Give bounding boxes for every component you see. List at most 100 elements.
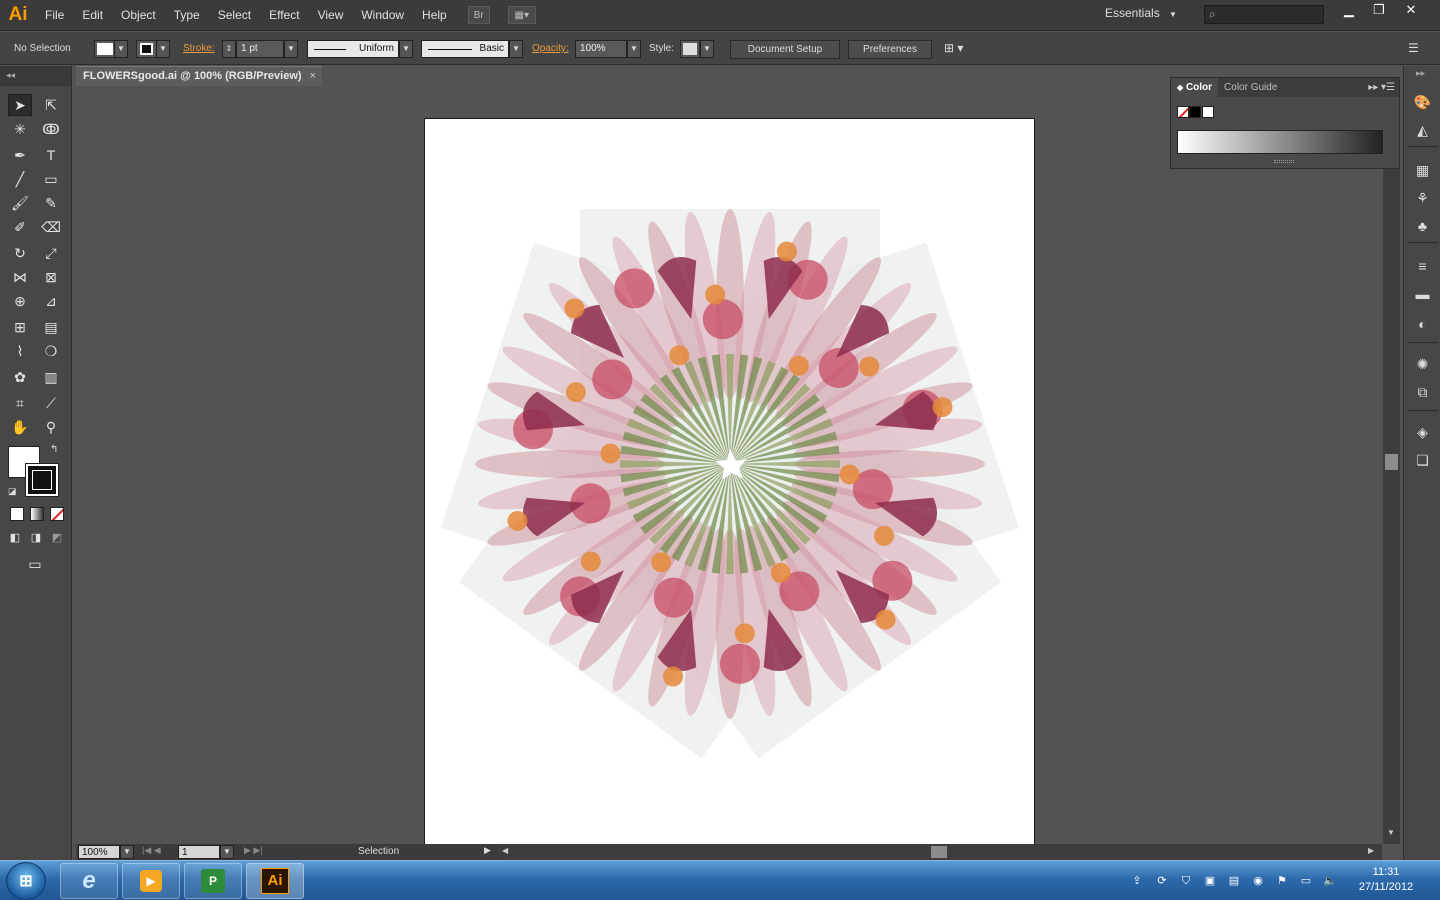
panel-expand-icon[interactable]: ▸▸ ▾☰ xyxy=(1368,82,1399,93)
default-fill-stroke-icon[interactable]: ◪ xyxy=(8,486,17,497)
close-window-button[interactable]: ✕ xyxy=(1396,0,1426,20)
dock-expand-icon[interactable]: ▸▸ xyxy=(1416,68,1425,79)
scroll-down-icon[interactable]: ▼ xyxy=(1387,828,1395,837)
black-swatch[interactable] xyxy=(1189,106,1201,118)
next-artboard-icon[interactable]: ▶ ▶| xyxy=(244,845,263,856)
zoom-level-field[interactable]: 100% xyxy=(78,845,120,859)
tray-sync-icon[interactable]: ⟳ xyxy=(1155,874,1169,888)
pen-tool-icon[interactable]: ✒ xyxy=(8,144,32,166)
stroke-weight-field[interactable]: 1 pt xyxy=(236,40,284,58)
artboard-number-field[interactable]: 1 xyxy=(178,845,220,859)
shape-builder-tool-icon[interactable]: ⊕ xyxy=(8,290,32,312)
horizontal-scrollbar[interactable]: ◀ ▶ xyxy=(498,844,1382,860)
tray-globe-icon[interactable]: ◉ xyxy=(1251,874,1265,888)
menu-select[interactable]: Select xyxy=(209,0,260,31)
menu-window[interactable]: Window xyxy=(352,0,413,31)
color-panel-icon[interactable]: 🎨 xyxy=(1412,92,1433,112)
brush-dropdown[interactable]: ▼ xyxy=(509,40,523,58)
transparency-icon[interactable]: ◐ xyxy=(1412,314,1433,334)
artboard[interactable] xyxy=(424,118,1035,844)
direct-selection-tool-icon[interactable]: ⇱ xyxy=(39,94,63,116)
rectangle-tool-icon[interactable]: ▭ xyxy=(39,168,63,190)
restore-button[interactable]: ❐ xyxy=(1364,0,1394,20)
stroke-panel-icon[interactable]: ≡ xyxy=(1412,256,1433,276)
taskbar-illustrator[interactable]: Ai xyxy=(246,863,304,899)
scroll-left-icon[interactable]: ◀ xyxy=(502,846,508,855)
layers-icon[interactable]: ◈ xyxy=(1412,422,1433,442)
tray-volume-icon[interactable]: 🔈 xyxy=(1323,874,1337,888)
vertical-scroll-thumb[interactable] xyxy=(1385,454,1398,470)
artboards-icon[interactable]: ❏ xyxy=(1412,450,1433,470)
mesh-tool-icon[interactable]: ⊞ xyxy=(8,316,32,338)
document-setup-button[interactable]: Document Setup xyxy=(730,40,840,59)
start-button[interactable]: ⊞ xyxy=(6,862,46,900)
screen-mode-icon[interactable]: ▭ xyxy=(22,554,48,574)
draw-inside-icon[interactable]: ◩ xyxy=(48,528,66,546)
arrange-documents-button[interactable]: ▦▾ xyxy=(507,6,536,24)
lasso-tool-icon[interactable]: ↂ xyxy=(39,118,63,140)
perspective-grid-tool-icon[interactable]: ⊿ xyxy=(39,290,63,312)
slice-tool-icon[interactable]: ⟋ xyxy=(39,392,63,414)
graphic-style-swatch[interactable] xyxy=(680,40,700,58)
color-guide-icon[interactable]: ◭ xyxy=(1412,120,1433,140)
tray-shield-icon[interactable]: ⛉ xyxy=(1179,874,1193,888)
taskbar-media-player[interactable]: ▶ xyxy=(122,863,180,899)
scroll-right-icon[interactable]: ▶ xyxy=(1368,846,1374,855)
opacity-field[interactable]: 100% xyxy=(575,40,627,58)
flower-wreath-artwork[interactable] xyxy=(425,119,1036,844)
white-swatch[interactable] xyxy=(1202,106,1214,118)
document-tab[interactable]: FLOWERSgood.ai @ 100% (RGB/Preview) × xyxy=(76,66,322,86)
paintbrush-tool-icon[interactable]: 🖌 xyxy=(8,192,32,214)
width-tool-icon[interactable]: ⋈ xyxy=(8,266,32,288)
symbol-sprayer-tool-icon[interactable]: ✿ xyxy=(8,366,32,388)
menu-object[interactable]: Object xyxy=(112,0,165,31)
menu-edit[interactable]: Edit xyxy=(73,0,112,31)
bridge-button[interactable]: Br xyxy=(467,6,490,24)
scale-tool-icon[interactable]: ⤢ xyxy=(39,242,63,264)
menu-view[interactable]: View xyxy=(309,0,353,31)
preferences-button[interactable]: Preferences xyxy=(848,40,932,59)
graphic-style-dropdown[interactable]: ▼ xyxy=(700,40,714,58)
zoom-dropdown[interactable]: ▼ xyxy=(120,845,134,859)
tray-network-icon[interactable]: ▣ xyxy=(1203,874,1217,888)
stroke-label-link[interactable]: Stroke: xyxy=(183,43,215,54)
tray-device-icon[interactable]: ▤ xyxy=(1227,874,1241,888)
close-tab-icon[interactable]: × xyxy=(310,70,316,82)
tray-flag-icon[interactable]: ⚑ xyxy=(1275,874,1289,888)
selection-tool-icon[interactable]: ➤ xyxy=(8,94,32,116)
variable-width-profile[interactable]: Uniform xyxy=(307,40,399,58)
artboard-tool-icon[interactable]: ⌗ xyxy=(8,392,32,414)
swatches-icon[interactable]: ▦ xyxy=(1412,160,1433,180)
appearance-icon[interactable]: ✺ xyxy=(1412,354,1433,374)
swap-fill-stroke-icon[interactable]: ↰ xyxy=(50,444,58,455)
tab-color-guide[interactable]: Color Guide xyxy=(1218,78,1283,97)
minimize-button[interactable]: ▁ xyxy=(1334,0,1364,20)
draw-behind-icon[interactable]: ◨ xyxy=(27,528,45,546)
color-mode-icon[interactable] xyxy=(10,507,24,521)
horizontal-scroll-thumb[interactable] xyxy=(931,846,947,858)
variable-width-dropdown[interactable]: ▼ xyxy=(399,40,413,58)
eraser-tool-icon[interactable]: ⌫ xyxy=(39,216,63,238)
gradient-panel-icon[interactable]: ▬ xyxy=(1412,284,1433,304)
line-segment-tool-icon[interactable]: ╱ xyxy=(8,168,32,190)
hand-tool-icon[interactable]: ✋ xyxy=(8,416,32,438)
help-search-input[interactable]: ⌕ xyxy=(1204,5,1324,24)
menu-type[interactable]: Type xyxy=(165,0,209,31)
opacity-dropdown[interactable]: ▼ xyxy=(627,40,641,58)
vertical-scrollbar[interactable]: ▲ ▼ xyxy=(1383,86,1400,844)
brush-definition[interactable]: Basic xyxy=(421,40,509,58)
column-graph-tool-icon[interactable]: ▥ xyxy=(39,366,63,388)
stroke-dropdown[interactable]: ▼ xyxy=(156,40,170,58)
free-transform-tool-icon[interactable]: ⊠ xyxy=(39,266,63,288)
pencil-tool-icon[interactable]: ✎ xyxy=(39,192,63,214)
panel-menu-icon[interactable]: ☰ xyxy=(1408,41,1419,55)
symbols-icon[interactable]: ♣ xyxy=(1412,216,1433,236)
taskbar-project[interactable]: P xyxy=(184,863,242,899)
tray-arrow-icon[interactable]: ⇪ xyxy=(1130,874,1144,888)
blob-brush-tool-icon[interactable]: ✐ xyxy=(8,216,32,238)
rotate-tool-icon[interactable]: ↻ xyxy=(8,242,32,264)
system-clock[interactable]: 11:31 27/11/2012 xyxy=(1346,865,1426,895)
taskbar-internet-explorer[interactable]: e xyxy=(60,863,118,899)
menu-effect[interactable]: Effect xyxy=(260,0,308,31)
opacity-label-link[interactable]: Opacity: xyxy=(532,43,569,54)
